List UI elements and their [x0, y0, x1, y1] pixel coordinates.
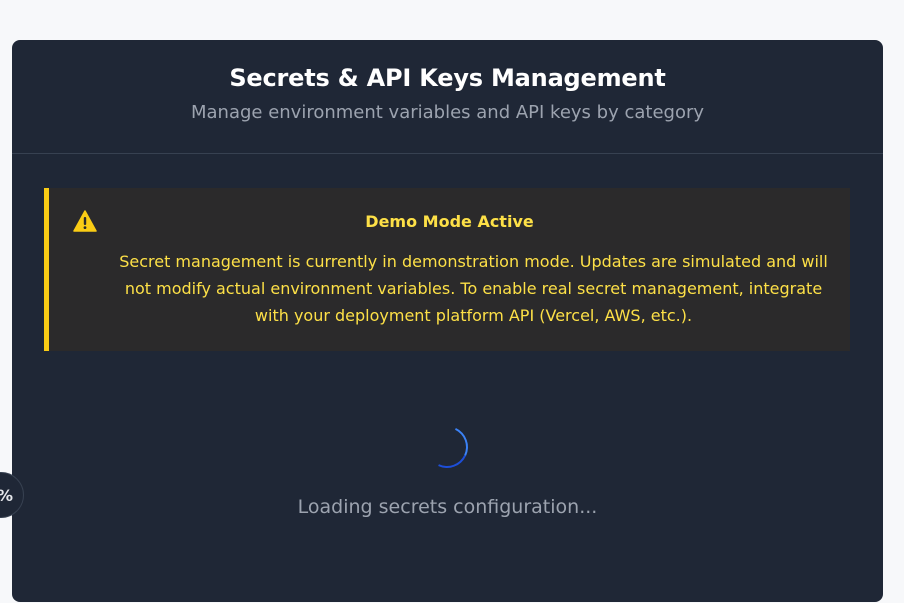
- page-subtitle: Manage environment variables and API key…: [190, 102, 705, 123]
- notice-message: Secret management is currently in demons…: [119, 252, 828, 325]
- demo-mode-notice: Demo Mode Active Secret management is cu…: [44, 188, 850, 351]
- spinner-icon: [420, 420, 474, 474]
- page-title: Secrets & API Keys Management: [229, 64, 666, 92]
- loading-text: Loading secrets configuration...: [297, 496, 598, 518]
- secrets-panel: Secrets & API Keys Management Manage env…: [12, 40, 883, 602]
- panel-header: Secrets & API Keys Management Manage env…: [12, 40, 883, 154]
- percent-icon: %: [0, 486, 13, 505]
- notice-title: Demo Mode Active: [365, 212, 534, 231]
